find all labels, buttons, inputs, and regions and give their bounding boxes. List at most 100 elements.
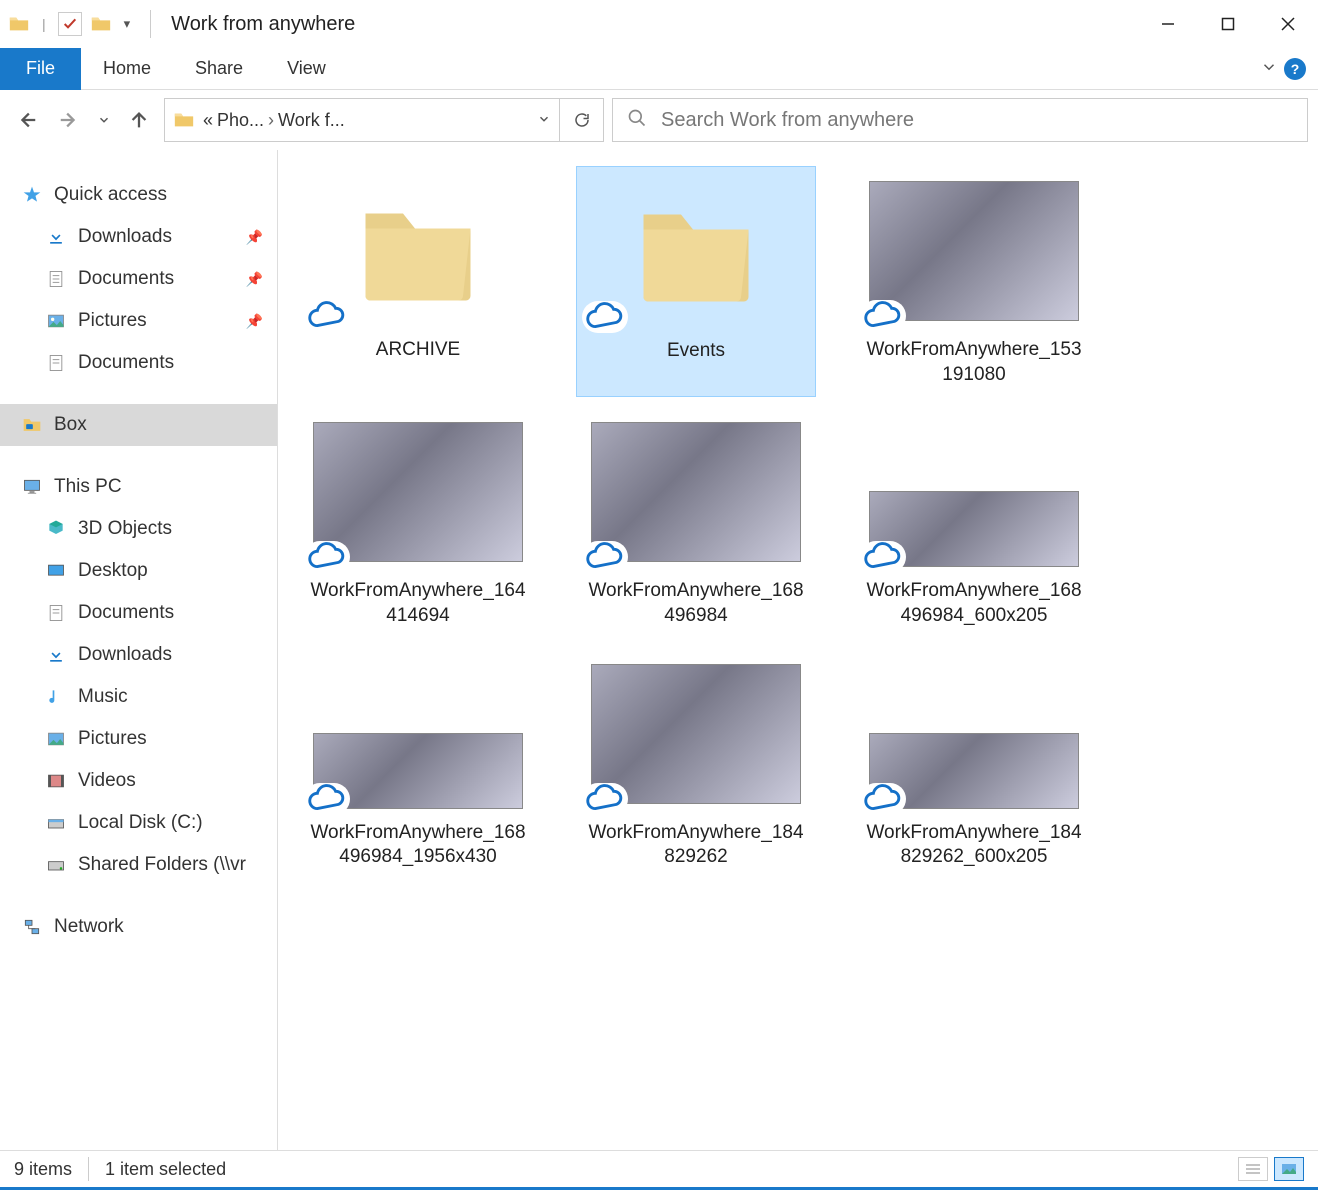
sidebar-item-music[interactable]: Music: [0, 676, 277, 718]
tab-home[interactable]: Home: [81, 48, 173, 90]
folder-item[interactable]: ARCHIVE: [298, 166, 538, 397]
cloud-icon: [582, 783, 628, 815]
sidebar-item-documents[interactable]: Documents 📌: [0, 258, 277, 300]
picture-icon: [44, 727, 68, 751]
qat-dropdown-icon[interactable]: ▾: [124, 16, 131, 32]
download-icon: [44, 643, 68, 667]
breadcrumb-part[interactable]: Pho...: [217, 110, 264, 131]
cloud-icon: [860, 541, 906, 573]
image-thumbnail: [868, 733, 1080, 809]
sidebar-label: Downloads: [78, 226, 172, 248]
sidebar-item-pictures[interactable]: Pictures 📌: [0, 300, 277, 342]
sidebar-item-box[interactable]: Box: [0, 404, 277, 446]
tab-share[interactable]: Share: [173, 48, 265, 90]
file-item[interactable]: WorkFromAnywhere_168496984_600x205: [854, 407, 1094, 638]
download-icon: [44, 225, 68, 249]
separator: |: [42, 16, 46, 32]
sidebar-item-network[interactable]: Network: [0, 906, 277, 948]
thumbnails-view-button[interactable]: [1274, 1157, 1304, 1181]
picture-icon: [44, 309, 68, 333]
sidebar-label: This PC: [54, 476, 122, 498]
tab-view[interactable]: View: [265, 48, 348, 90]
pin-icon: 📌: [246, 271, 263, 288]
image-thumbnail: [312, 733, 524, 809]
back-button[interactable]: [10, 103, 44, 137]
address-dropdown-icon[interactable]: [537, 112, 551, 129]
details-view-button[interactable]: [1238, 1157, 1268, 1181]
sidebar-label: Shared Folders (\\vr: [78, 854, 246, 876]
file-item[interactable]: WorkFromAnywhere_168496984: [576, 407, 816, 638]
items-pane[interactable]: ARCHIVE Events WorkFromAnywhere_153191080 W…: [278, 150, 1318, 1150]
sidebar-item-downloads[interactable]: Downloads 📌: [0, 216, 277, 258]
ribbon-expand-icon[interactable]: [1260, 58, 1278, 79]
sidebar-label: Pictures: [78, 728, 147, 750]
folder-thumbnail: [590, 177, 802, 327]
file-item[interactable]: WorkFromAnywhere_153191080: [854, 166, 1094, 397]
sidebar-item-documents-pc[interactable]: Documents: [0, 592, 277, 634]
pin-icon: 📌: [246, 229, 263, 246]
titlebar: | ▾ Work from anywhere: [0, 0, 1318, 48]
sidebar-label: 3D Objects: [78, 518, 172, 540]
navbar: « Pho... › Work f...: [0, 90, 1318, 150]
sidebar-item-3d-objects[interactable]: 3D Objects: [0, 508, 277, 550]
computer-icon: [20, 475, 44, 499]
cloud-icon: [860, 783, 906, 815]
status-selection: 1 item selected: [105, 1159, 226, 1180]
maximize-button[interactable]: [1198, 4, 1258, 44]
history-dropdown-icon[interactable]: [94, 103, 114, 137]
sidebar-item-this-pc[interactable]: This PC: [0, 466, 277, 508]
cloud-icon: [860, 300, 906, 332]
divider: [150, 10, 151, 38]
sidebar-item-pictures-pc[interactable]: Pictures: [0, 718, 277, 760]
sidebar: Quick access Downloads 📌 Documents 📌 Pic…: [0, 150, 278, 1150]
sidebar-item-documents-2[interactable]: Documents: [0, 342, 277, 384]
sidebar-item-downloads-pc[interactable]: Downloads: [0, 634, 277, 676]
breadcrumb-prefix: «: [203, 110, 213, 131]
breadcrumb-part[interactable]: Work f...: [278, 110, 345, 131]
music-icon: [44, 685, 68, 709]
item-label: WorkFromAnywhere_184829262_600x205: [864, 821, 1084, 870]
file-item[interactable]: WorkFromAnywhere_168496984_1956x430: [298, 649, 538, 880]
refresh-button[interactable]: [560, 98, 604, 142]
cloud-icon: [304, 541, 350, 573]
network-drive-icon: [44, 853, 68, 877]
address-bar[interactable]: « Pho... › Work f...: [164, 98, 560, 142]
sidebar-label: Desktop: [78, 560, 148, 582]
properties-icon[interactable]: [58, 12, 82, 36]
ribbon: File Home Share View ?: [0, 48, 1318, 90]
document-icon: [44, 601, 68, 625]
network-icon: [20, 915, 44, 939]
qat-folder-icon[interactable]: [90, 13, 112, 35]
search-icon: [627, 108, 647, 133]
sidebar-item-videos[interactable]: Videos: [0, 760, 277, 802]
folder-icon: [8, 13, 30, 35]
cloud-icon: [304, 783, 350, 815]
sidebar-label: Pictures: [78, 310, 147, 332]
item-label: Events: [667, 339, 725, 364]
file-item[interactable]: WorkFromAnywhere_184829262: [576, 649, 816, 880]
disk-icon: [44, 811, 68, 835]
help-button[interactable]: ?: [1284, 58, 1306, 80]
cube-icon: [44, 517, 68, 541]
file-item[interactable]: WorkFromAnywhere_164414694: [298, 407, 538, 638]
folder-item[interactable]: Events: [576, 166, 816, 397]
file-item[interactable]: WorkFromAnywhere_184829262_600x205: [854, 649, 1094, 880]
search-input[interactable]: [661, 109, 1293, 132]
item-label: WorkFromAnywhere_153191080: [864, 338, 1084, 387]
document-icon: [44, 267, 68, 291]
sidebar-item-local-disk[interactable]: Local Disk (C:): [0, 802, 277, 844]
sidebar-item-quick-access[interactable]: Quick access: [0, 174, 277, 216]
sidebar-item-shared-folders[interactable]: Shared Folders (\\vr: [0, 844, 277, 886]
file-tab[interactable]: File: [0, 48, 81, 90]
up-button[interactable]: [122, 103, 156, 137]
close-button[interactable]: [1258, 4, 1318, 44]
image-thumbnail: [590, 659, 802, 809]
forward-button[interactable]: [52, 103, 86, 137]
cloud-icon: [304, 300, 350, 332]
minimize-button[interactable]: [1138, 4, 1198, 44]
search-box[interactable]: [612, 98, 1308, 142]
desktop-icon: [44, 559, 68, 583]
sidebar-item-desktop[interactable]: Desktop: [0, 550, 277, 592]
breadcrumb[interactable]: « Pho... › Work f...: [203, 110, 537, 131]
statusbar: 9 items 1 item selected: [0, 1150, 1318, 1190]
